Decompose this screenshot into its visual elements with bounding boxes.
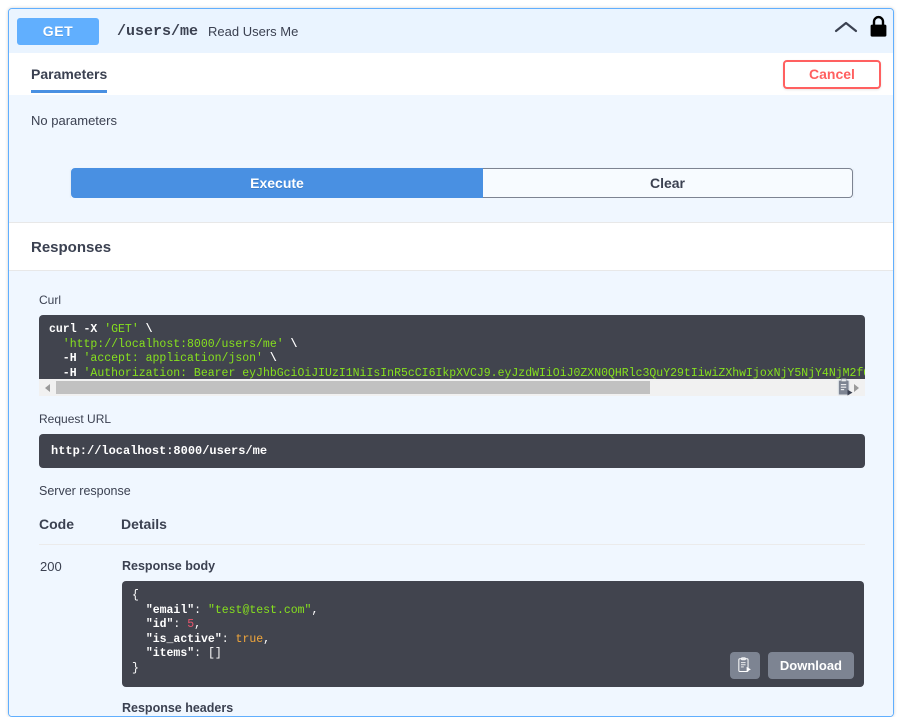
response-code: 200 bbox=[40, 559, 62, 574]
parameters-area: No parameters Execute Clear bbox=[9, 95, 893, 198]
operation-block: GET /users/me Read Users Me Parameters C… bbox=[8, 8, 894, 717]
request-url-value: http://localhost:8000/users/me bbox=[39, 434, 865, 468]
column-header-details: Details bbox=[121, 516, 865, 545]
cancel-button[interactable]: Cancel bbox=[783, 59, 881, 89]
response-body-actions: Download bbox=[729, 651, 854, 679]
curl-code-block: curl -X 'GET' \ 'http://localhost:8000/u… bbox=[39, 315, 865, 379]
tab-parameters[interactable]: Parameters bbox=[31, 53, 108, 95]
copy-curl-icon[interactable] bbox=[833, 376, 857, 400]
response-body-label: Response body bbox=[122, 559, 216, 573]
request-url-label: Request URL bbox=[39, 412, 112, 426]
spacer bbox=[9, 198, 893, 222]
operation-path: /users/me bbox=[117, 22, 199, 40]
clear-button[interactable]: Clear bbox=[483, 168, 853, 198]
responses-body: Curl curl -X 'GET' \ 'http://localhost:8… bbox=[9, 270, 893, 716]
server-response-label: Server response bbox=[39, 484, 131, 498]
curl-label: Curl bbox=[39, 293, 62, 307]
table-header-row: Code Details bbox=[39, 516, 865, 545]
curl-horizontal-scrollbar[interactable] bbox=[39, 379, 865, 396]
column-header-code: Code bbox=[39, 516, 121, 545]
responses-title: Responses bbox=[31, 239, 112, 256]
execute-clear-row: Execute Clear bbox=[71, 168, 853, 198]
http-method-badge: GET bbox=[17, 17, 99, 45]
execute-button[interactable]: Execute bbox=[71, 168, 483, 198]
curl-code-text: curl -X 'GET' \ 'http://localhost:8000/u… bbox=[49, 323, 865, 379]
operation-summary-bar[interactable]: GET /users/me Read Users Me bbox=[9, 9, 893, 53]
response-body-block: { "email": "test@test.com", "id": 5, "is… bbox=[122, 581, 864, 687]
copy-response-icon[interactable] bbox=[729, 651, 760, 679]
no-parameters-text: No parameters bbox=[31, 113, 117, 128]
download-button[interactable]: Download bbox=[767, 651, 854, 679]
responses-table: Code Details 200 Response body { "email"… bbox=[39, 516, 865, 716]
authorization-lock-icon[interactable] bbox=[866, 14, 890, 40]
operation-body: Parameters Cancel No parameters Execute … bbox=[9, 53, 893, 716]
response-details: Response body { "email": "test@test.com"… bbox=[121, 545, 865, 716]
tab-row: Parameters Cancel bbox=[9, 53, 893, 95]
responses-header: Responses bbox=[9, 222, 893, 270]
operation-summary-text: Read Users Me bbox=[208, 23, 299, 39]
scrollbar-thumb[interactable] bbox=[56, 381, 650, 394]
table-row: 200 Response body { "email": "test@test.… bbox=[39, 545, 865, 716]
response-headers-label: Response headers bbox=[122, 700, 234, 715]
scrollbar-track[interactable] bbox=[56, 381, 848, 394]
scroll-left-arrow-icon[interactable] bbox=[39, 379, 56, 396]
collapse-chevron-up-icon[interactable] bbox=[832, 17, 860, 37]
